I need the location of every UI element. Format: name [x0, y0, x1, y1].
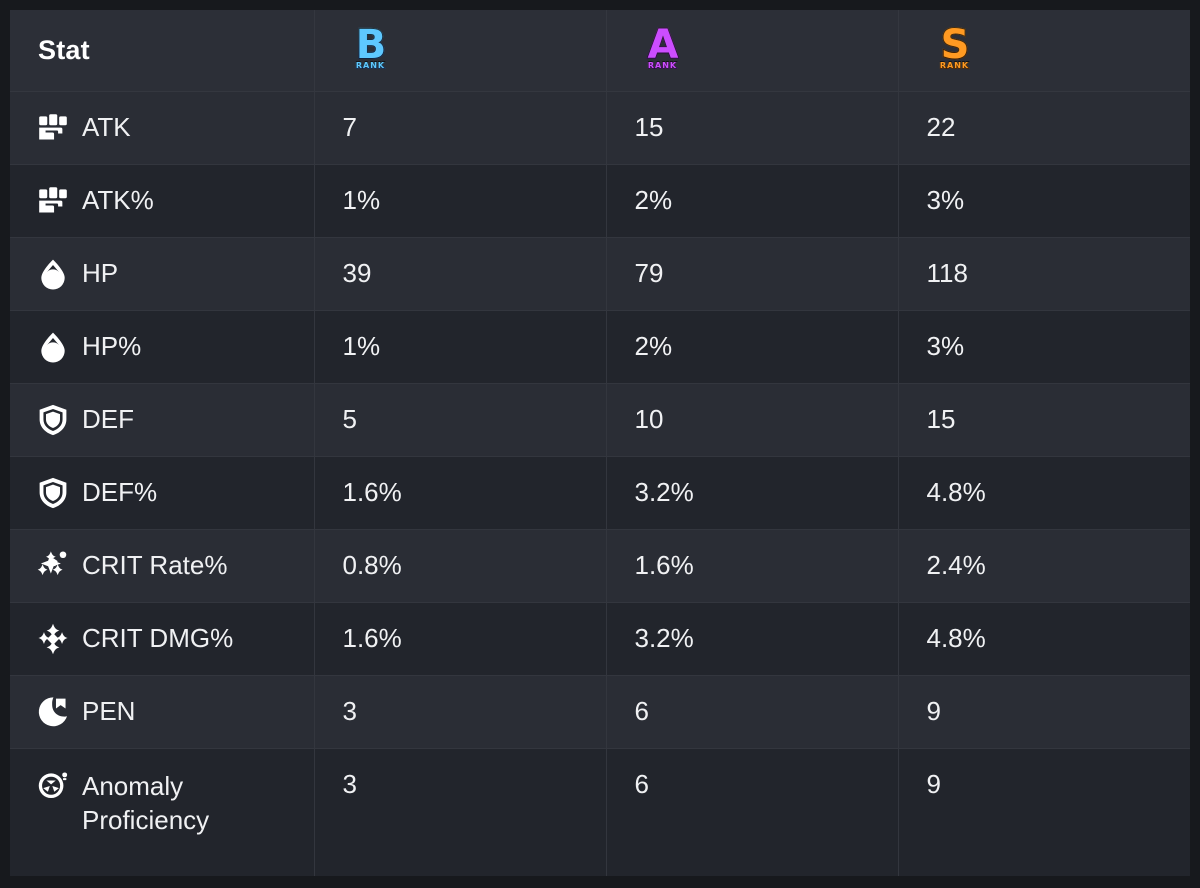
- s-rank-value-cell: 4.8%: [898, 456, 1190, 530]
- s-rank-value-cell: 4.8%: [898, 602, 1190, 676]
- stat-name-label: CRIT DMG%: [82, 623, 234, 653]
- table-row: CRIT Rate% 0.8% 1.6% 2.4%: [10, 529, 1190, 603]
- stat-name-cell: CRIT Rate%: [10, 529, 315, 603]
- table-row: CRIT DMG% 1.6% 3.2% 4.8%: [10, 602, 1190, 676]
- b-rank-value-cell: 0.8%: [314, 529, 607, 603]
- crit-rate-sparkle-icon: [36, 549, 70, 583]
- b-rank-value-cell: 39: [314, 237, 607, 311]
- a-rank-value-cell: 3.2%: [606, 602, 899, 676]
- table-row: Anomaly Proficiency 3 6 9: [10, 748, 1190, 876]
- a-rank-value-cell: 10: [606, 383, 899, 457]
- a-rank-value-cell: 79: [606, 237, 899, 311]
- attack-fist-icon: [36, 184, 70, 218]
- a-rank-value-cell: 15: [606, 91, 899, 165]
- defense-shield-icon: [36, 403, 70, 437]
- a-rank-sublabel: RANK: [635, 61, 691, 70]
- column-header-b-rank: B RANK: [314, 10, 607, 92]
- s-rank-value-cell: 118: [898, 237, 1190, 311]
- a-rank-letter: A: [635, 23, 691, 66]
- anomaly-proficiency-icon: [36, 770, 70, 804]
- s-rank-value-cell: 9: [898, 675, 1190, 749]
- b-rank-sublabel: RANK: [343, 61, 399, 70]
- column-header-s-rank: S RANK: [898, 10, 1190, 92]
- column-header-stat: Stat: [10, 10, 315, 92]
- stat-name-cell: DEF%: [10, 456, 315, 530]
- a-rank-value-cell: 2%: [606, 310, 899, 384]
- s-rank-badge-icon: S RANK: [927, 23, 983, 77]
- stat-name-label: ATK%: [82, 185, 154, 215]
- a-rank-value-cell: 3.2%: [606, 456, 899, 530]
- s-rank-value-cell: 3%: [898, 164, 1190, 238]
- stat-name-cell: HP%: [10, 310, 315, 384]
- table-row: PEN 3 6 9: [10, 675, 1190, 749]
- b-rank-value-cell: 1.6%: [314, 602, 607, 676]
- a-rank-value-cell: 2%: [606, 164, 899, 238]
- stat-name-cell: DEF: [10, 383, 315, 457]
- pen-crescent-icon: [36, 695, 70, 729]
- a-rank-value-cell: 6: [606, 748, 899, 876]
- attack-fist-icon: [36, 111, 70, 145]
- stat-name-cell: CRIT DMG%: [10, 602, 315, 676]
- s-rank-value-cell: 2.4%: [898, 529, 1190, 603]
- table-row: ATK% 1% 2% 3%: [10, 164, 1190, 238]
- a-rank-badge-icon: A RANK: [635, 23, 691, 77]
- stat-name-label: CRIT Rate%: [82, 550, 228, 580]
- rank-stat-table: Stat B RANK A RANK S RANK ATK 7 15 22 AT…: [10, 10, 1190, 876]
- s-rank-sublabel: RANK: [927, 61, 983, 70]
- b-rank-value-cell: 1%: [314, 164, 607, 238]
- s-rank-value-cell: 22: [898, 91, 1190, 165]
- defense-shield-icon: [36, 476, 70, 510]
- b-rank-value-cell: 5: [314, 383, 607, 457]
- column-header-stat-label: Stat: [38, 34, 90, 65]
- table-row: DEF 5 10 15: [10, 383, 1190, 457]
- a-rank-value-cell: 6: [606, 675, 899, 749]
- stat-name-label: ATK: [82, 112, 131, 142]
- table-body: ATK 7 15 22 ATK% 1% 2% 3% HP 39 79 118 HP% 1% 2% 3% DEF 5…: [10, 91, 1190, 876]
- stat-name-cell: Anomaly Proficiency: [10, 748, 315, 876]
- hp-droplet-icon: [36, 330, 70, 364]
- stat-name-label: DEF%: [82, 477, 158, 507]
- b-rank-badge-icon: B RANK: [343, 23, 399, 77]
- stat-name-cell: HP: [10, 237, 315, 311]
- table-row: HP% 1% 2% 3%: [10, 310, 1190, 384]
- stat-name-label: Anomaly Proficiency: [82, 770, 210, 835]
- b-rank-letter: B: [343, 23, 399, 66]
- b-rank-value-cell: 1%: [314, 310, 607, 384]
- table-row: HP 39 79 118: [10, 237, 1190, 311]
- b-rank-value-cell: 1.6%: [314, 456, 607, 530]
- stat-name-label: DEF: [82, 404, 134, 434]
- stat-name-label: HP%: [82, 331, 142, 361]
- stat-name-cell: ATK%: [10, 164, 315, 238]
- b-rank-value-cell: 3: [314, 748, 607, 876]
- s-rank-value-cell: 9: [926, 768, 941, 799]
- s-rank-letter: S: [927, 23, 983, 66]
- stat-name-label: HP: [82, 258, 119, 288]
- table-header: Stat B RANK A RANK S RANK: [10, 10, 1190, 92]
- table-header-row: Stat B RANK A RANK S RANK: [10, 10, 1190, 92]
- s-rank-value-cell: 15: [898, 383, 1190, 457]
- stat-name-label: PEN: [82, 696, 136, 726]
- hp-droplet-icon: [36, 257, 70, 291]
- stat-name-cell: ATK: [10, 91, 315, 165]
- crit-dmg-sparkle-icon: [36, 622, 70, 656]
- b-rank-value-cell: 3: [314, 675, 607, 749]
- table-row: DEF% 1.6% 3.2% 4.8%: [10, 456, 1190, 530]
- b-rank-value-cell: 7: [314, 91, 607, 165]
- column-header-a-rank: A RANK: [606, 10, 899, 92]
- s-rank-value-cell: 3%: [898, 310, 1190, 384]
- a-rank-value-cell: 1.6%: [606, 529, 899, 603]
- stat-name-cell: PEN: [10, 675, 315, 749]
- table-row: ATK 7 15 22: [10, 91, 1190, 165]
- screenshot-frame: Stat B RANK A RANK S RANK ATK 7 15 22 AT…: [0, 0, 1200, 888]
- stat-table-container: Stat B RANK A RANK S RANK ATK 7 15 22 AT…: [10, 10, 1190, 876]
